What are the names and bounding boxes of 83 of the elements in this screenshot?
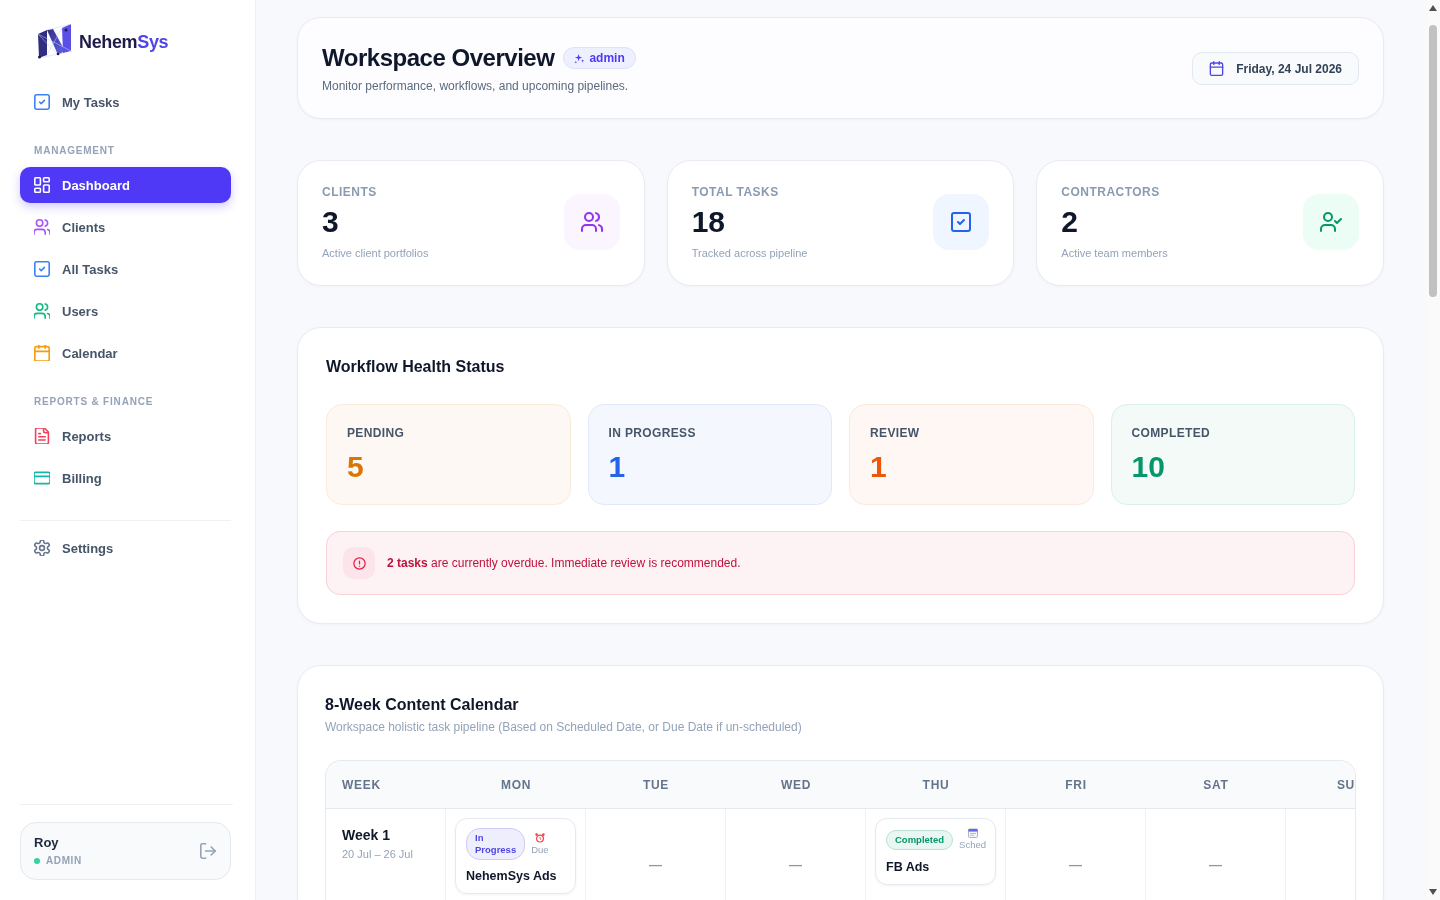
people-icon	[34, 219, 50, 235]
panel-title: Workflow Health Status	[326, 357, 506, 377]
person-check-icon	[1303, 194, 1359, 250]
status-count: 5	[347, 450, 365, 484]
stat-value: 2	[1061, 205, 1079, 239]
section-label: REPORTS & FINANCE	[34, 395, 155, 409]
status-label: PENDING	[347, 425, 406, 441]
task-card[interactable]: Completed Sched FB Ads	[875, 818, 996, 885]
stat-value: 3	[322, 205, 340, 239]
status-dot-icon	[34, 858, 40, 864]
alarm-clock-icon	[534, 832, 545, 843]
status-label: REVIEW	[870, 425, 921, 441]
people-icon	[34, 303, 50, 319]
user-role: ADMIN	[46, 855, 82, 867]
sidebar-item[interactable]: My Tasks	[20, 84, 231, 120]
stat-label: TOTAL TASKS	[691, 184, 780, 200]
settings-icon	[34, 540, 50, 556]
logout-icon	[200, 843, 216, 859]
stat-caption: Active client portfolios	[322, 246, 429, 260]
sidebar-item[interactable]: Users	[20, 293, 231, 329]
empty-dash: —	[649, 856, 662, 872]
document-icon	[34, 428, 50, 444]
status-label: COMPLETED	[1131, 425, 1212, 441]
status-badge: In Progress	[466, 828, 526, 860]
stat-caption: Tracked across pipeline	[691, 246, 808, 260]
column-header: MON	[500, 777, 532, 792]
empty-dash: —	[1069, 856, 1082, 872]
scroll-down-icon[interactable]	[1429, 889, 1437, 895]
stat-label: CLIENTS	[322, 184, 378, 200]
date-button[interactable]: Friday, 24 Jul 2026	[1192, 52, 1359, 85]
column-header: TUE	[642, 777, 670, 792]
section-label: MANAGEMENT	[34, 144, 116, 158]
layout-grid-icon	[34, 177, 50, 193]
check-square-icon	[34, 261, 50, 277]
date-label: Sched	[959, 839, 987, 851]
status-count: 10	[1131, 450, 1166, 484]
role-label: admin	[589, 51, 625, 65]
stat-caption: Active team members	[1061, 246, 1168, 260]
stat-value: 18	[691, 205, 727, 239]
check-square-icon	[34, 94, 50, 110]
scroll-up-icon[interactable]	[1429, 5, 1437, 11]
sidebar-item[interactable]: Clients	[20, 209, 231, 245]
column-header: WED	[780, 777, 812, 792]
sidebar-item[interactable]: Reports	[20, 418, 231, 454]
people-icon	[563, 194, 620, 250]
stat-label: CONTRACTORS	[1061, 184, 1161, 200]
empty-dash: —	[789, 856, 802, 872]
alert-text: 2 tasks are currently overdue. Immediate review is recommended.	[387, 555, 741, 571]
status-count: 1	[870, 450, 888, 484]
page-subtitle: Monitor performance, workflows, and upcoming pipelines.	[322, 78, 630, 94]
task-title: FB Ads	[886, 859, 931, 875]
user-name: Roy	[34, 835, 60, 851]
calendar-icon	[34, 345, 50, 361]
column-header: FRI	[1065, 777, 1087, 792]
week-range: 20 Jul – 26 Jul	[342, 847, 414, 861]
column-header: SAT	[1203, 777, 1229, 792]
brand-name: NehemSys	[79, 31, 169, 53]
sidebar-item[interactable]: Calendar	[20, 335, 231, 371]
task-title: NehemSys Ads	[466, 868, 558, 884]
alert-icon	[343, 547, 375, 579]
page-title: Workspace Overview	[322, 43, 555, 73]
scrollbar-thumb[interactable]	[1429, 25, 1437, 297]
date-label: Due	[531, 843, 549, 856]
sidebar-item[interactable]: Billing	[20, 460, 231, 496]
calendar-icon	[1209, 61, 1225, 76]
status-label: IN PROGRESS	[608, 425, 697, 441]
calendar-icon	[967, 828, 978, 838]
logo-icon	[36, 24, 74, 60]
sidebar-item[interactable]: All Tasks	[20, 251, 231, 287]
status-count: 1	[608, 450, 627, 484]
week-label: Week 1	[342, 826, 391, 844]
status-badge: Completed	[886, 829, 954, 850]
sidebar-item[interactable]: Dashboard	[20, 167, 231, 203]
column-header: THU	[922, 777, 950, 792]
column-header: SU	[1336, 777, 1355, 792]
column-header: WEEK	[342, 777, 381, 792]
empty-dash: —	[1209, 856, 1222, 872]
task-card[interactable]: In Progress Due NehemSys Ads	[455, 818, 576, 894]
sidebar-item[interactable]: Settings	[20, 530, 231, 566]
sparkle-icon	[574, 52, 586, 64]
panel-subtitle: Workspace holistic task pipeline (Based on Scheduled Date, or Due Date if un-scheduled)	[325, 719, 803, 735]
credit-card-icon	[34, 470, 50, 486]
panel-title: 8-Week Content Calendar	[325, 695, 520, 715]
